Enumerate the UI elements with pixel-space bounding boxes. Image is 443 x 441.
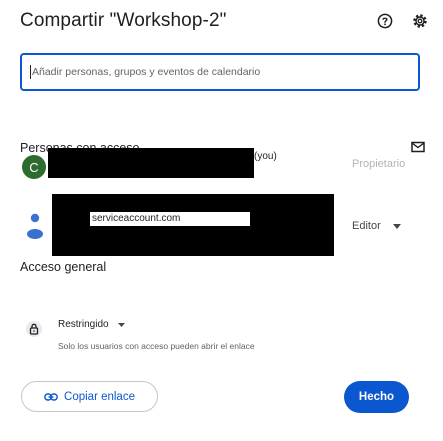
add-people-field[interactable]	[20, 53, 420, 91]
text-cursor	[30, 65, 31, 79]
email-suffix: serviceaccount.com	[92, 213, 181, 224]
role-dropdown[interactable]: Editor	[352, 218, 412, 234]
gear-icon[interactable]	[411, 12, 429, 30]
copy-link-button[interactable]: Copiar enlace	[21, 381, 158, 412]
dropdown-arrow-icon	[117, 322, 125, 327]
role-label: Editor	[352, 220, 381, 232]
add-people-input[interactable]	[32, 66, 418, 78]
access-setting: Restringido	[58, 319, 109, 330]
redacted-name	[48, 148, 254, 178]
you-label: (you)	[254, 151, 277, 162]
email-visible-area: serviceaccount.com	[90, 212, 250, 226]
dropdown-arrow-icon	[392, 223, 401, 229]
general-access-dropdown[interactable]: Restringido	[58, 319, 125, 330]
lock-icon	[26, 320, 42, 338]
done-button[interactable]: Hecho	[344, 381, 409, 413]
owner-role: Propietario	[352, 158, 406, 170]
help-circle-icon[interactable]	[376, 12, 394, 30]
mail-icon[interactable]	[410, 140, 426, 154]
access-helper-text: Solo los usuarios con acceso pueden abri…	[58, 341, 255, 351]
general-access-label: Acceso general	[20, 260, 107, 274]
avatar: C	[22, 155, 46, 179]
copy-link-label: Copiar enlace	[64, 390, 135, 403]
link-icon	[44, 392, 58, 401]
dialog-title: Compartir "Workshop-2"	[20, 10, 227, 31]
person-icon	[24, 210, 46, 240]
